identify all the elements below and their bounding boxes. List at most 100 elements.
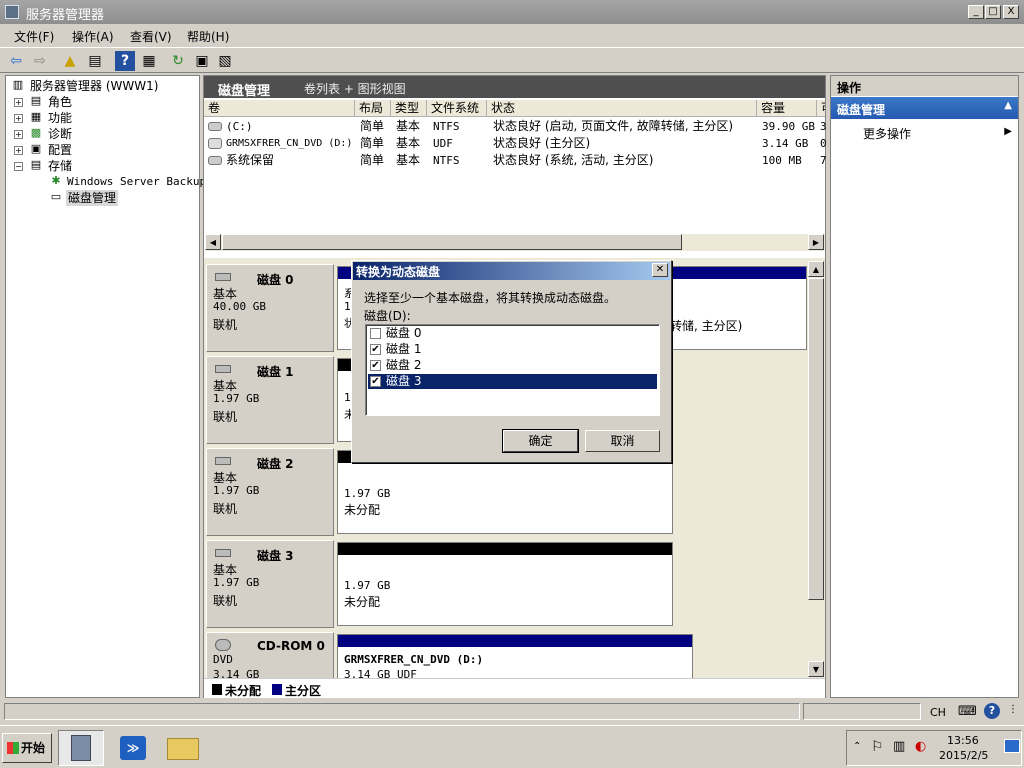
system-tray: ⌃ ⚐ ▥ ◐ 13:56 2015/2/5 — [846, 730, 1022, 766]
col-type[interactable]: 类型 — [391, 100, 427, 117]
disk-2-label[interactable]: 磁盘 2 基本 1.97 GB 联机 — [206, 448, 334, 536]
disk-0-label[interactable]: 磁盘 0 基本 40.00 GB 联机 — [206, 264, 334, 352]
col-volume[interactable]: 卷 — [204, 100, 355, 117]
scroll-left-icon[interactable]: ◀ — [205, 234, 221, 250]
disk-3-label[interactable]: 磁盘 3 基本 1.97 GB 联机 — [206, 540, 334, 628]
expand-icon[interactable]: + — [14, 130, 23, 139]
action-center-flag-icon[interactable]: ⚐ — [871, 739, 884, 755]
scroll-down-icon[interactable]: ▼ — [808, 661, 824, 677]
tree-item-diagnostics[interactable]: 诊断 — [48, 126, 72, 142]
disk-1-checkbox[interactable]: ✔ — [370, 344, 381, 355]
primary-swatch — [272, 684, 282, 695]
disk-management-icon: ▭ — [50, 190, 62, 203]
disk-3-checkbox[interactable]: ✔ — [370, 376, 381, 387]
actions-section-disk-management[interactable]: 磁盘管理 ▲ — [831, 97, 1018, 119]
disk-2-item[interactable]: ✔ 磁盘 2 — [368, 358, 657, 373]
col-filesystem[interactable]: 文件系统 — [427, 100, 487, 117]
taskbar-explorer[interactable] — [160, 730, 206, 766]
minimize-button[interactable]: _ — [968, 5, 984, 19]
scroll-thumb[interactable] — [808, 278, 824, 600]
keyboard-icon[interactable]: ⌨ — [958, 704, 977, 719]
close-button[interactable]: X — [1003, 5, 1019, 19]
table-row[interactable]: GRMSXFRER_CN_DVD (D:) 简单 基本 UDF 状态良好 (主分… — [204, 135, 827, 152]
taskbar-powershell[interactable]: ≫ — [110, 730, 156, 766]
back-icon[interactable]: ⇦ — [6, 51, 26, 71]
up-folder-icon[interactable]: ▲ — [60, 51, 80, 71]
expand-icon[interactable]: + — [14, 98, 23, 107]
submenu-arrow-icon[interactable]: ▶ — [1004, 126, 1012, 137]
forward-icon[interactable]: ⇨ — [30, 51, 50, 71]
tree-item-windows-server-backup[interactable]: Windows Server Backup — [67, 174, 206, 190]
taskbar-server-manager[interactable] — [58, 730, 104, 766]
show-desktop-icon[interactable] — [1004, 739, 1020, 753]
disk-2-checkbox[interactable]: ✔ — [370, 360, 381, 371]
menu-action[interactable]: 操作(A) — [72, 28, 114, 45]
disk-3-volumes[interactable]: 1.97 GB 未分配 — [337, 542, 673, 626]
properties-icon[interactable]: ▣ — [192, 51, 212, 71]
menu-view[interactable]: 查看(V) — [130, 28, 172, 45]
maximize-button[interactable]: □ — [985, 5, 1001, 19]
expand-icon[interactable]: + — [14, 114, 23, 123]
collapse-up-icon[interactable]: ▲ — [1004, 100, 1012, 111]
title-bar: 服务器管理器 _ □ X — [0, 0, 1024, 24]
col-capacity[interactable]: 容量 — [757, 100, 817, 117]
disk-icon — [215, 549, 231, 557]
tree-root[interactable]: 服务器管理器 (WWW1) — [30, 78, 158, 94]
volume-muted-icon[interactable]: ◐ — [915, 739, 926, 754]
dialog-close-button[interactable]: ✕ — [652, 263, 668, 277]
start-button[interactable]: 开始 — [2, 733, 52, 763]
server-manager-icon — [71, 735, 91, 761]
refresh-icon[interactable]: ↻ — [168, 51, 188, 71]
tree-item-features[interactable]: 功能 — [48, 110, 72, 126]
scroll-right-icon[interactable]: ▶ — [808, 234, 824, 250]
clock-date[interactable]: 2015/2/5 — [939, 749, 988, 762]
language-indicator[interactable]: CH — [930, 706, 946, 719]
tree-item-storage[interactable]: 存储 — [48, 158, 72, 174]
show-hide-tree-icon[interactable]: ▤ — [85, 51, 105, 71]
disk-0-item[interactable]: 磁盘 0 — [368, 326, 657, 341]
disk-1-label[interactable]: 磁盘 1 基本 1.97 GB 联机 — [206, 356, 334, 444]
disk-checklist[interactable]: 磁盘 0 ✔ 磁盘 1 ✔ 磁盘 2 ✔ 磁盘 3 — [365, 324, 660, 416]
cancel-button[interactable]: 取消 — [585, 430, 660, 452]
vertical-scrollbar[interactable]: ▲ ▼ — [808, 261, 825, 678]
expand-icon[interactable]: + — [14, 146, 23, 155]
scroll-up-icon[interactable]: ▲ — [808, 261, 824, 277]
tree-item-disk-management[interactable]: 磁盘管理 — [66, 190, 119, 206]
pane-header: 磁盘管理 卷列表 + 图形视图 — [204, 76, 825, 99]
convert-to-dynamic-disk-dialog: 转换为动态磁盘 ✕ 选择至少一个基本磁盘，将其转换成动态磁盘。 磁盘(D): 磁… — [351, 260, 672, 463]
language-bar: CH ⌨ ? ⋮ — [924, 702, 1020, 722]
clock-time[interactable]: 13:56 — [947, 734, 979, 747]
table-row[interactable]: 系统保留 简单 基本 NTFS 状态良好 (系统, 活动, 主分区) 100 M… — [204, 152, 827, 169]
horizontal-scrollbar[interactable]: ◀ ▶ — [205, 234, 825, 251]
help-icon[interactable]: ? — [984, 703, 1000, 719]
col-status[interactable]: 状态 — [487, 100, 757, 117]
more-actions[interactable]: 更多操作 — [863, 125, 911, 142]
help-icon[interactable]: ? — [115, 51, 135, 71]
collapse-icon[interactable]: − — [14, 162, 23, 171]
view-icon[interactable]: ▦ — [139, 51, 159, 71]
col-free[interactable]: 可 — [817, 100, 825, 117]
network-icon[interactable]: ▥ — [893, 739, 905, 754]
disk-0-checkbox[interactable] — [370, 328, 381, 339]
ok-button[interactable]: 确定 — [503, 430, 578, 452]
volume-table-header: 卷 布局 类型 文件系统 状态 容量 可 — [204, 100, 825, 117]
pane-view-mode: 卷列表 + 图形视图 — [304, 82, 406, 96]
unallocated-swatch — [212, 684, 222, 695]
disk-icon — [215, 273, 231, 281]
tree-item-configuration[interactable]: 配置 — [48, 142, 72, 158]
export-icon[interactable]: ▧ — [215, 51, 235, 71]
powershell-icon: ≫ — [120, 736, 146, 760]
taskbar: 开始 ≫ ⌃ ⚐ ▥ ◐ 13:56 2015/2/5 — [0, 725, 1024, 768]
server-manager-icon — [5, 5, 19, 19]
disk-icon — [215, 365, 231, 373]
menu-file[interactable]: 文件(F) — [14, 28, 54, 45]
scroll-thumb[interactable] — [222, 234, 682, 250]
disk-3-item[interactable]: ✔ 磁盘 3 — [368, 374, 657, 389]
disk-1-item[interactable]: ✔ 磁盘 1 — [368, 342, 657, 357]
show-hidden-icons-icon[interactable]: ⌃ — [853, 741, 861, 752]
col-layout[interactable]: 布局 — [355, 100, 391, 117]
tree-item-roles[interactable]: 角色 — [48, 94, 72, 110]
menu-help[interactable]: 帮助(H) — [187, 28, 229, 45]
options-icon[interactable]: ⋮ — [1008, 704, 1018, 715]
table-row[interactable]: (C:) 简单 基本 NTFS 状态良好 (启动, 页面文件, 故障转储, 主分… — [204, 118, 827, 135]
